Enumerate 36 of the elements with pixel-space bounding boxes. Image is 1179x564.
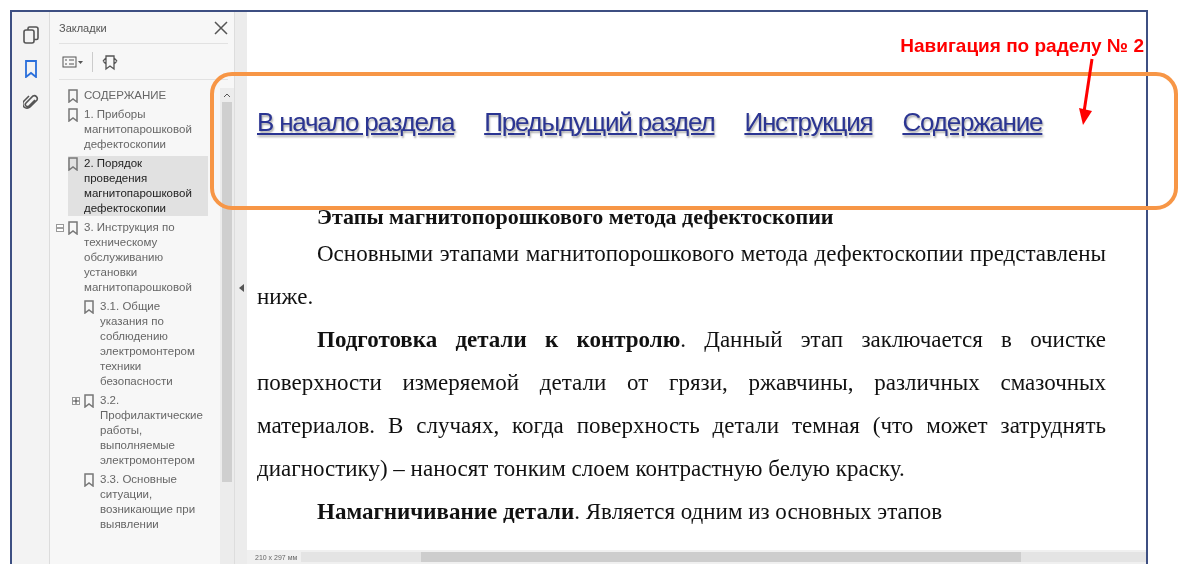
bookmark-icon: [68, 157, 78, 171]
bookmark-icon: [84, 300, 94, 314]
nav-link[interactable]: Содержание: [902, 107, 1043, 138]
bookmark-item[interactable]: СОДЕРЖАНИЕ: [68, 88, 208, 103]
bookmark-item[interactable]: 1. Приборы магнитопарошковой дефектоскопии: [68, 107, 208, 152]
body-paragraph: Подготовка детали к контролю. Данный этап заключается в очистке поверхности измеряемой детали от грязи, ржавчины, различных смазочных материалов. В случаях, когда поверхность детали темная (что может затруднять диагностику) – наносят тонким слоем контрастную белую краску.: [257, 326, 1106, 483]
annotation-label: Навигация по раделу № 2: [900, 35, 1144, 57]
scrollbar[interactable]: [220, 88, 234, 564]
collapse-arrow-icon[interactable]: [238, 284, 244, 292]
new-bookmark-button[interactable]: [101, 52, 119, 71]
bookmark-icon: [68, 108, 78, 122]
bookmark-icon: [68, 221, 78, 235]
horizontal-scrollbar[interactable]: [301, 552, 1146, 562]
nav-link[interactable]: Инструкция: [744, 107, 873, 138]
bookmark-icon: [24, 60, 37, 78]
bookmark-item[interactable]: 2. Порядок проведения магнитопарошковой дефектоскопии: [68, 156, 208, 216]
scroll-up-icon[interactable]: [223, 92, 231, 98]
panel-title: Закладки: [59, 21, 107, 34]
bookmark-icon: [84, 473, 94, 487]
collapse-toggle[interactable]: [56, 224, 64, 232]
body-paragraph: Намагничивание детали. Является одним из основных этапов: [316, 498, 944, 526]
bookmark-item[interactable]: 3.3. Основные ситуации, возникающие при выявлении: [84, 472, 208, 532]
nav-link[interactable]: В начало раздела: [257, 107, 455, 138]
body-paragraph: Основными этапами магнитопорошкового метода дефектоскопии представлены ниже.: [257, 240, 1106, 311]
nav-link[interactable]: Предыдущий раздел: [484, 107, 715, 138]
options-menu-button[interactable]: [62, 55, 84, 68]
expand-toggle[interactable]: [72, 397, 80, 405]
pages-icon: [22, 26, 39, 44]
bookmark-item[interactable]: 3.2. Профилактические работы, выполняемые электромонтером: [84, 393, 208, 468]
bookmark-item[interactable]: 3.1. Общие указания по соблюдению электромонтером техники безопасности: [84, 299, 208, 389]
bookmark-icon: [84, 394, 94, 408]
section-heading: Этапы магнитопорошкового метода дефектоскопии: [316, 203, 835, 231]
close-button[interactable]: [214, 20, 228, 35]
bookmark-icon: [68, 89, 78, 103]
paperclip-icon: [22, 94, 39, 112]
bookmark-item[interactable]: 3. Инструкция по техническому обслуживанию установки магнитопарошковой: [68, 220, 208, 295]
